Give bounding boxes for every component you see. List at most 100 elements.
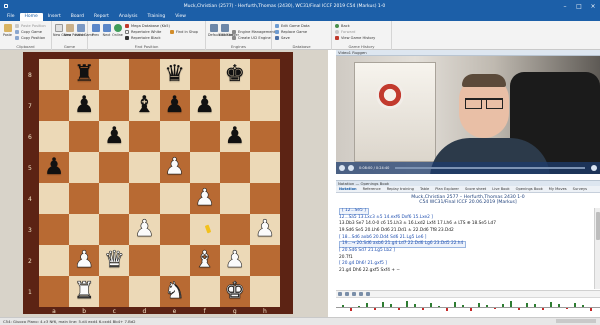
first-move-icon[interactable] xyxy=(338,292,342,296)
tab-score-sheet[interactable]: Score sheet xyxy=(462,187,489,191)
square-h5[interactable] xyxy=(249,152,280,183)
square-d3[interactable]: ♟ xyxy=(129,214,160,245)
tab-openings-book[interactable]: Openings Book xyxy=(513,187,546,191)
black-rook-icon[interactable]: ♜ xyxy=(74,63,95,86)
square-f7[interactable]: ♟ xyxy=(189,90,220,121)
move-line[interactable]: [ 20.g4 Dh6! 21.gxf5 ] xyxy=(339,261,594,268)
volume-icon[interactable] xyxy=(591,165,597,171)
square-a5[interactable]: ♟ xyxy=(39,152,70,183)
white-pawn-icon[interactable]: ♟ xyxy=(224,248,245,272)
square-g4[interactable] xyxy=(219,183,250,214)
black-pawn-icon[interactable]: ♟ xyxy=(104,125,125,148)
paste-position-button[interactable]: Paste Position xyxy=(15,23,46,28)
square-f8[interactable] xyxy=(189,59,220,90)
square-f6[interactable] xyxy=(189,121,220,152)
tab-table[interactable]: Table xyxy=(417,187,432,191)
white-bishop-icon[interactable]: ♝ xyxy=(194,248,215,272)
square-c8[interactable] xyxy=(99,59,130,90)
find-in-shop-button[interactable]: Find in Shop xyxy=(170,29,198,34)
black-pawn-icon[interactable]: ♟ xyxy=(164,94,185,117)
square-c7[interactable] xyxy=(99,90,130,121)
square-c3[interactable] xyxy=(99,214,130,245)
square-c5[interactable] xyxy=(99,152,130,183)
square-f3[interactable] xyxy=(189,214,220,245)
prev-button[interactable]: Prev xyxy=(90,24,101,37)
square-b5[interactable] xyxy=(69,152,100,183)
square-g1[interactable]: ♚ xyxy=(219,276,250,307)
move-line[interactable]: 19...→ 20.Sd6 axb6 21.g4 Ld7 22.Dd6 Lg6 … xyxy=(339,241,594,248)
tab-insert[interactable]: Insert xyxy=(43,13,66,21)
tab-reference[interactable]: Reference xyxy=(360,187,384,191)
tab-surveys[interactable]: Surveys xyxy=(570,187,590,191)
square-a1[interactable] xyxy=(39,276,70,307)
last-move-icon[interactable] xyxy=(359,292,363,296)
square-e2[interactable] xyxy=(159,245,190,276)
square-d8[interactable] xyxy=(129,59,160,90)
square-g2[interactable]: ♟ xyxy=(219,245,250,276)
square-e3[interactable] xyxy=(159,214,190,245)
square-d4[interactable] xyxy=(129,183,160,214)
square-e5[interactable]: ♟ xyxy=(159,152,190,183)
square-b2[interactable]: ♟ xyxy=(69,245,100,276)
next-button[interactable]: Next xyxy=(101,24,112,37)
square-g7[interactable] xyxy=(219,90,250,121)
hard-game-button[interactable]: Hard Game xyxy=(75,24,94,37)
maximize-icon[interactable]: □ xyxy=(572,3,586,10)
square-h7[interactable] xyxy=(249,90,280,121)
white-pawn-icon[interactable]: ♟ xyxy=(74,248,95,272)
new-position-button[interactable]: New Position xyxy=(64,24,85,37)
square-c1[interactable] xyxy=(99,276,130,307)
move-line[interactable]: 13.Db3 Se7 14.0-0 c6 15.Lh3 ± 16.Lxd2 Lx… xyxy=(339,221,594,228)
square-a3[interactable] xyxy=(39,214,70,245)
minimize-icon[interactable]: – xyxy=(558,3,572,10)
chess-board[interactable]: ♜ ♛ ♚ ♟ ♝ ♟ ♟ ♟ ♟ ♟ ♟ ♟ ♟ ♟ ♟ ♛ ♝ ♟ ♜ ♞ ♚ xyxy=(39,59,280,307)
zoom-slider[interactable] xyxy=(556,319,596,323)
white-king-icon[interactable]: ♚ xyxy=(224,279,245,303)
square-e4[interactable] xyxy=(159,183,190,214)
square-a4[interactable] xyxy=(39,183,70,214)
black-pawn-icon[interactable]: ♟ xyxy=(74,94,95,117)
square-b1[interactable]: ♜ xyxy=(69,276,100,307)
prev-move-icon[interactable] xyxy=(345,292,349,296)
square-g6[interactable]: ♟ xyxy=(219,121,250,152)
back-button[interactable]: Back xyxy=(335,23,350,28)
square-f5[interactable] xyxy=(189,152,220,183)
tab-plan-explorer[interactable]: Plan Explorer xyxy=(432,187,462,191)
move-line[interactable]: [ 20.Sd6 Sd7 21.Lg5 Lb2 ] xyxy=(339,248,594,255)
square-f1[interactable] xyxy=(189,276,220,307)
new-game-button[interactable]: New Game xyxy=(53,24,71,37)
square-h4[interactable] xyxy=(249,183,280,214)
forward-button[interactable]: Forward xyxy=(335,29,355,34)
flip-board-icon[interactable] xyxy=(366,292,370,296)
scrollbar-thumb[interactable] xyxy=(596,212,600,240)
square-c2[interactable]: ♛ xyxy=(99,245,130,276)
tab-live-book[interactable]: Live Book xyxy=(489,187,512,191)
tab-view[interactable]: View xyxy=(170,13,191,21)
square-d5[interactable] xyxy=(129,152,160,183)
square-h3[interactable]: ♟ xyxy=(249,214,280,245)
play-button[interactable] xyxy=(339,165,345,171)
black-king-icon[interactable]: ♚ xyxy=(225,63,246,86)
square-h2[interactable] xyxy=(249,245,280,276)
mega-database-button[interactable]: Mega Database (Kb5) xyxy=(125,23,170,28)
add-kibitzer-button[interactable]: Add Kibitzer xyxy=(219,24,239,37)
move-line[interactable]: 19.Sd6 Se5 20.Lh6 Dd6 21.Dd1 ± 22.Dd6 Tf… xyxy=(339,228,594,235)
square-b7[interactable]: ♟ xyxy=(69,90,100,121)
tab-my-moves[interactable]: My Moves xyxy=(546,187,570,191)
online-button[interactable]: Online xyxy=(112,24,123,37)
tab-report[interactable]: Report xyxy=(89,13,114,21)
square-a7[interactable] xyxy=(39,90,70,121)
square-e8[interactable]: ♛ xyxy=(159,59,190,90)
move-line[interactable]: 21.g4 Dh6 22.gxf5 Sxf4 + − xyxy=(339,268,594,275)
square-a6[interactable] xyxy=(39,121,70,152)
white-knight-icon[interactable]: ♞ xyxy=(164,279,185,303)
square-g8[interactable]: ♚ xyxy=(219,59,250,90)
square-g5[interactable] xyxy=(219,152,250,183)
save-button[interactable]: Save xyxy=(275,35,290,40)
replace-game-button[interactable]: Replace Game xyxy=(275,29,307,34)
square-e6[interactable] xyxy=(159,121,190,152)
move-list-scrollbar[interactable] xyxy=(594,208,600,289)
repertoire-white-button[interactable]: Repertoire White xyxy=(125,29,161,34)
tab-notation[interactable]: Notation xyxy=(336,187,360,191)
square-b8[interactable]: ♜ xyxy=(69,59,100,90)
